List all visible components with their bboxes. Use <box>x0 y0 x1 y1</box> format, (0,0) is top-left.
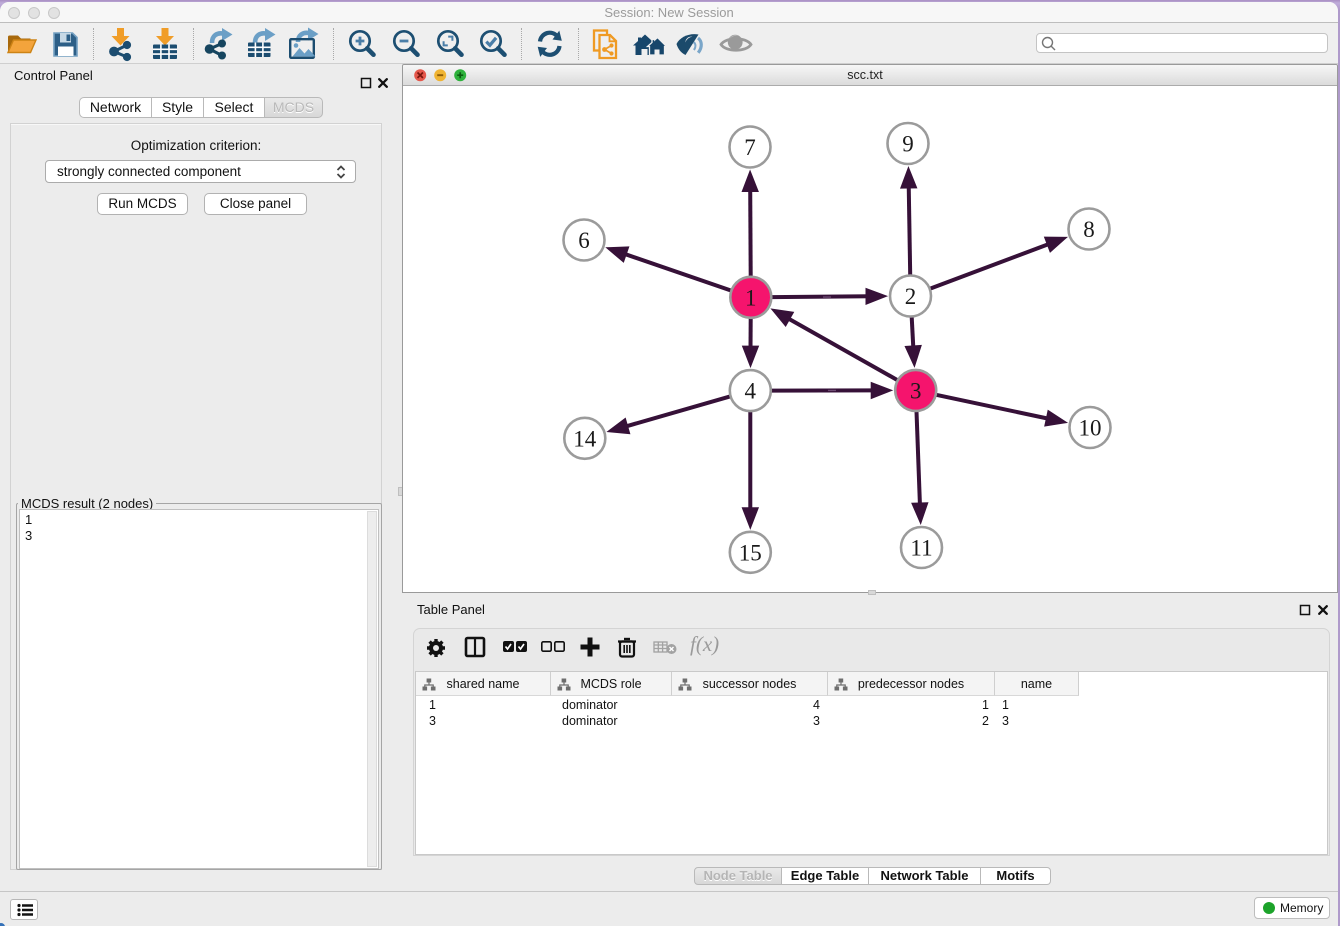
svg-text:14: 14 <box>573 426 597 451</box>
svg-text:7: 7 <box>744 135 756 160</box>
svg-text:6: 6 <box>578 228 590 253</box>
svg-text:10: 10 <box>1079 416 1102 441</box>
svg-text:4: 4 <box>745 379 757 404</box>
svg-text:11: 11 <box>910 536 932 561</box>
svg-text:1: 1 <box>745 285 757 310</box>
svg-text:3: 3 <box>910 378 922 403</box>
svg-text:2: 2 <box>905 284 917 309</box>
svg-text:9: 9 <box>902 132 914 157</box>
svg-text:15: 15 <box>739 540 762 565</box>
svg-text:8: 8 <box>1083 217 1095 242</box>
